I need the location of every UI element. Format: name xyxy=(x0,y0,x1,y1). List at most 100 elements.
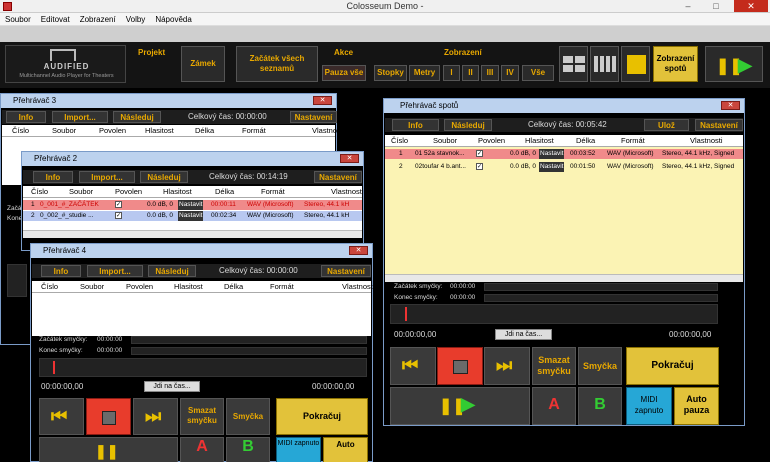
spots-play-pause-button[interactable]: ❚❚ ▶ xyxy=(390,387,530,425)
main-toolbar: AUDIFIED Multichannel Audio Player for T… xyxy=(0,42,770,88)
p3-import-button[interactable]: Import... xyxy=(52,111,108,123)
layout-columns-button[interactable] xyxy=(590,46,619,82)
spots-smycka-button[interactable]: Smyčka xyxy=(578,347,622,385)
p4-stop-button[interactable] xyxy=(86,398,131,435)
view-4-button[interactable]: IV xyxy=(501,65,519,81)
p4-jdi-na-cas-button[interactable]: Jdi na čas... xyxy=(144,381,200,392)
layout-stack-button[interactable] xyxy=(621,46,650,82)
p4-prev-button[interactable]: ⏮ xyxy=(39,398,84,435)
p4-table-header: Číslo Soubor Povolen Hlasitost Délka For… xyxy=(32,281,375,293)
spots-pokracuj-button[interactable]: Pokračuj xyxy=(626,347,719,385)
layout-grid-button[interactable] xyxy=(559,46,588,82)
zobrazeni-spotu-button[interactable]: Zobrazení spotů xyxy=(653,46,698,82)
play-pause-all-button[interactable]: ❚❚ ▶ xyxy=(705,46,763,82)
player-3-close-button[interactable]: ✕ xyxy=(313,96,332,105)
menu-zobrazeni[interactable]: Zobrazení xyxy=(75,13,121,26)
enabled-checkbox[interactable]: ✓ xyxy=(476,163,483,170)
player-4-window: Přehrávač 4 ✕ Info Import... Následuj Ce… xyxy=(30,243,375,462)
spots-next-button[interactable]: ⏭ xyxy=(484,347,530,385)
player-4-close-button[interactable]: ✕ xyxy=(349,246,368,255)
p4-auto-button[interactable]: Auto xyxy=(323,437,368,462)
p4-pokracuj-button[interactable]: Pokračuj xyxy=(276,398,368,435)
spots-b-button[interactable]: B xyxy=(578,387,622,425)
metry-button[interactable]: Metry xyxy=(409,65,440,81)
p4-smycka-button[interactable]: Smyčka xyxy=(226,398,270,435)
p2-nasleduj-button[interactable]: Následuj xyxy=(140,171,188,183)
spots-prev-button[interactable]: ⏮ xyxy=(390,347,436,385)
stopky-button[interactable]: Stopky xyxy=(374,65,407,81)
p4-position-right: 00:00:00,00 xyxy=(312,382,355,391)
p4-nastaveni-button[interactable]: Nastavení xyxy=(321,265,371,277)
view-all-button[interactable]: Vše xyxy=(522,65,554,81)
p2-info-button[interactable]: Info xyxy=(33,171,73,183)
nastavit-tag[interactable]: Nastavit xyxy=(178,211,204,221)
view-3-button[interactable]: III xyxy=(481,65,499,81)
spots-jdi-na-cas-button[interactable]: Jdi na čas... xyxy=(495,329,552,340)
p4-loop-end-bar[interactable] xyxy=(131,347,367,355)
minimize-button[interactable]: – xyxy=(676,0,700,12)
spots-nasleduj-button[interactable]: Následuj xyxy=(444,119,492,131)
nastavit-tag[interactable]: Nastavit xyxy=(539,162,565,172)
spots-loop-end-bar[interactable] xyxy=(484,294,718,302)
menu-editovat[interactable]: Editovat xyxy=(36,13,75,26)
table-row[interactable]: 1 01 52a stavnok... ✓ 0.0 dB, 0 Nastavit… xyxy=(385,149,743,159)
menu-bar: Soubor Editovat Zobrazení Volby Nápověda xyxy=(0,13,770,26)
spots-smazat-smycku-button[interactable]: Smazat smyčku xyxy=(532,347,576,385)
p4-next-button[interactable]: ⏭ xyxy=(133,398,178,435)
p3-nastaveni-button[interactable]: Nastavení xyxy=(290,111,337,123)
spots-seek-bar[interactable] xyxy=(390,304,718,324)
p4-info-button[interactable]: Info xyxy=(41,265,81,277)
menu-volby[interactable]: Volby xyxy=(121,13,151,26)
p4-seek-bar[interactable] xyxy=(39,358,367,377)
spots-uloz-button[interactable]: Ulož xyxy=(644,119,689,131)
view-1-button[interactable]: I xyxy=(443,65,460,81)
p4-a-button[interactable]: A xyxy=(180,437,224,462)
table-row[interactable]: 1 0_001_#_ZAČÁTEK ✓ 0.0 dB, 0 Nastavit 0… xyxy=(23,200,362,210)
spots-loop-start-label: Začátek smyčky: xyxy=(394,283,443,290)
p4-loop-end-value: 00:00:00 xyxy=(97,347,123,354)
nastavit-tag[interactable]: Nastavit xyxy=(539,149,565,159)
menu-soubor[interactable]: Soubor xyxy=(0,13,36,26)
p4-nasleduj-button[interactable]: Následuj xyxy=(148,265,196,277)
spots-auto-pauza-button[interactable]: Auto pauza xyxy=(674,387,719,425)
spots-stop-button[interactable] xyxy=(437,347,483,385)
spots-loop-start-bar[interactable] xyxy=(484,283,718,291)
table-row[interactable]: 2 0_002_#_studie ... ✓ 0.0 dB, 0 Nastavi… xyxy=(23,211,362,221)
enabled-checkbox[interactable]: ✓ xyxy=(115,212,122,219)
zacatek-button[interactable]: Začátek všech seznamů xyxy=(236,46,318,82)
p3-nasleduj-button[interactable]: Následuj xyxy=(113,111,161,123)
spot-player-close-button[interactable]: ✕ xyxy=(721,101,740,110)
p4-play-pause-button[interactable]: ❚❚ xyxy=(39,437,178,462)
spots-nastaveni-button[interactable]: Nastavení xyxy=(695,119,743,131)
maximize-button[interactable]: □ xyxy=(704,0,728,12)
p4-midi-button[interactable]: MIDI zapnuto xyxy=(276,437,321,462)
pauza-vse-button[interactable]: Pauza vše xyxy=(322,65,366,81)
spots-midi-button[interactable]: MIDI zapnuto xyxy=(626,387,672,425)
columns-icon xyxy=(594,56,616,72)
p3-info-button[interactable]: Info xyxy=(6,111,46,123)
view-2-button[interactable]: II xyxy=(462,65,479,81)
zamek-button[interactable]: Zámek xyxy=(181,46,225,82)
logo: AUDIFIED Multichannel Audio Player for T… xyxy=(5,45,126,83)
p2-import-button[interactable]: Import... xyxy=(79,171,135,183)
enabled-checkbox[interactable]: ✓ xyxy=(115,201,122,208)
close-button[interactable]: ✕ xyxy=(734,0,768,12)
spots-horizontal-scrollbar[interactable] xyxy=(385,274,743,282)
p4-b-button[interactable]: B xyxy=(226,437,270,462)
p4-loop-start-bar[interactable] xyxy=(131,336,367,344)
skip-back-icon: ⏮ xyxy=(402,355,419,375)
p2-nastaveni-button[interactable]: Nastavení xyxy=(314,171,362,183)
spots-info-button[interactable]: Info xyxy=(392,119,439,131)
p4-loop-end-label: Konec smyčky: xyxy=(39,347,83,354)
p4-import-button[interactable]: Import... xyxy=(87,265,143,277)
menu-napoveda[interactable]: Nápověda xyxy=(150,13,196,26)
table-row[interactable]: 2 02toufar 4 b.ant... ✓ 0.0 dB, 0 Nastav… xyxy=(385,162,743,172)
player-2-close-button[interactable]: ✕ xyxy=(340,154,359,163)
enabled-checkbox[interactable]: ✓ xyxy=(476,150,483,157)
spots-a-button[interactable]: A xyxy=(532,387,576,425)
nastavit-tag[interactable]: Nastavit xyxy=(178,200,204,210)
skip-forward-icon: ⏭ xyxy=(145,406,162,426)
p4-smazat-smycku-button[interactable]: Smazat smyčku xyxy=(180,398,224,435)
p2-table-header: Číslo Soubor Povolen Hlasitost Délka For… xyxy=(23,186,364,198)
p2-horizontal-scrollbar[interactable] xyxy=(23,230,362,238)
